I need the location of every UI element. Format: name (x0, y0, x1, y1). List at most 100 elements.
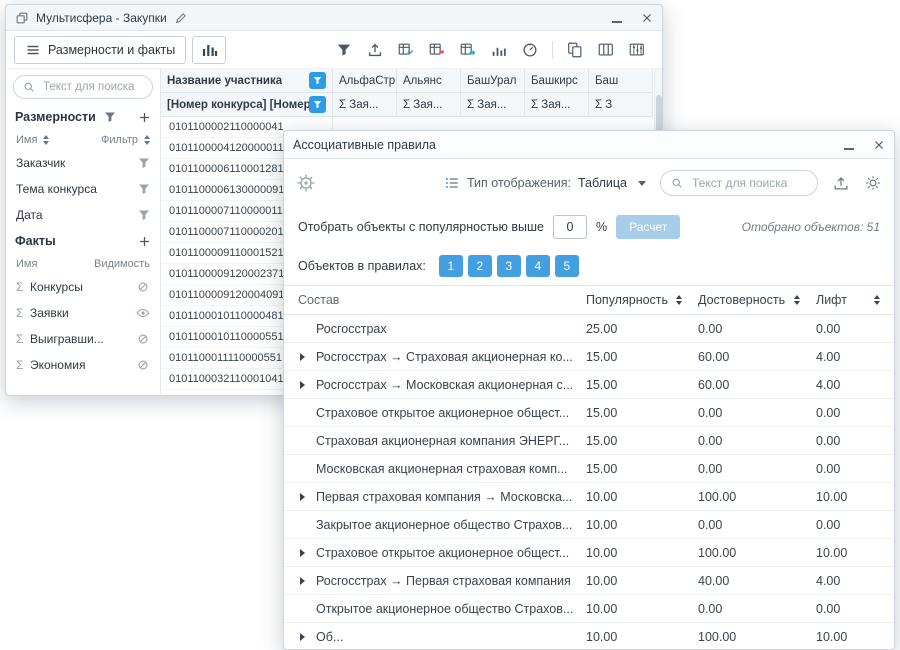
rules-count-button[interactable]: 4 (526, 255, 550, 277)
gear-icon[interactable] (864, 174, 882, 192)
grid-subcolumn-header[interactable]: Σ Зая... (397, 93, 461, 117)
rules-table-row[interactable]: Росгосстрах 25.00 0.00 0.00 (284, 315, 894, 343)
rules-table-row[interactable]: Росгосстрах → Первая страховая компания … (284, 567, 894, 595)
rules-table-row[interactable]: Первая страховая компания → Московска...… (284, 483, 894, 511)
rules-table-row[interactable]: Об... 10.00 100.00 10.00 (284, 623, 894, 649)
grid-subcolumn-header[interactable]: Σ Зая... (333, 93, 397, 117)
main-titlebar[interactable]: Мультисфера - Закупки (6, 5, 662, 31)
table-flag-icon[interactable] (428, 41, 446, 59)
sort-icon[interactable] (874, 295, 880, 305)
grid-subcolumn-header[interactable]: Σ Зая... (461, 93, 525, 117)
rules-table-row[interactable]: Страховая акционерная компания ЭНЕРГ... … (284, 427, 894, 455)
rules-count-button[interactable]: 1 (439, 255, 463, 277)
sidebar-search[interactable] (13, 75, 153, 99)
rules-table-row[interactable]: Росгосстрах → Московская акционерная с..… (284, 371, 894, 399)
rule-name: Росгосстрах → Первая страховая компания (316, 574, 571, 588)
rules-count-button[interactable]: 5 (555, 255, 579, 277)
grid-column-header[interactable]: АльфаСтр (333, 69, 397, 93)
column-header-confidence[interactable]: Достоверность (698, 293, 816, 307)
fact-item[interactable]: Σ Конкурсы (6, 274, 160, 300)
fact-item[interactable]: Σ Экономия (6, 352, 160, 378)
rules-wheel-icon[interactable] (296, 173, 316, 193)
visibility-off-icon[interactable] (136, 332, 150, 346)
dimension-item[interactable]: Дата (6, 202, 160, 228)
export-icon[interactable] (366, 41, 384, 59)
rule-lift: 0.00 (816, 322, 880, 336)
columns-icon[interactable] (597, 41, 615, 59)
calculate-button[interactable]: Расчет (616, 215, 680, 239)
rules-table-row[interactable]: Страховое открытое акционерное общест...… (284, 539, 894, 567)
add-dimension-button[interactable] (138, 111, 151, 124)
minimize-button[interactable] (602, 5, 632, 30)
facts-col-name: Имя (16, 258, 37, 270)
fact-item[interactable]: Σ Выигравши... (6, 326, 160, 352)
rules-table-row[interactable]: Закрытое акционерное общество Страхов...… (284, 511, 894, 539)
grid-column-header[interactable]: Альянс (397, 69, 461, 93)
abacus-icon[interactable] (628, 41, 646, 59)
dimension-filter-icon[interactable] (138, 183, 150, 195)
popularity-input[interactable] (553, 215, 587, 239)
add-fact-button[interactable] (138, 235, 151, 248)
filter-icon[interactable] (335, 41, 353, 59)
expand-icon[interactable] (300, 381, 313, 389)
dialog-titlebar[interactable]: Ассоциативные правила (284, 131, 894, 159)
participant-filter-button[interactable] (309, 72, 326, 89)
dialog-minimize-button[interactable] (834, 131, 864, 158)
column-header-lift[interactable]: Лифт (816, 293, 880, 307)
grid-column-header[interactable]: Баш (589, 69, 653, 93)
fact-label: Экономия (30, 358, 85, 372)
dimensions-sort-filter[interactable]: Фильтр (101, 134, 150, 146)
visibility-off-icon[interactable] (136, 280, 150, 294)
sidebar-search-input[interactable] (41, 80, 143, 94)
grid-column-header[interactable]: БашУрал (461, 69, 525, 93)
dimension-item[interactable]: Тема конкурса (6, 176, 160, 202)
dimension-label: Тема конкурса (16, 182, 97, 196)
toolbar-divider (552, 41, 553, 59)
dimension-filter-icon[interactable] (138, 209, 150, 221)
grid-subcolumn-label: Σ Зая... (467, 99, 506, 111)
dimensions-facts-button[interactable]: Размерности и факты (14, 36, 186, 64)
gauge-icon[interactable] (521, 41, 539, 59)
expand-icon[interactable] (300, 577, 313, 585)
rules-count-button[interactable]: 2 (468, 255, 492, 277)
dialog-close-button[interactable] (864, 131, 894, 158)
table-arrows-icon[interactable] (459, 41, 477, 59)
rule-popularity: 15.00 (586, 434, 698, 448)
copy-icon[interactable] (566, 41, 584, 59)
grid-subcolumn-header[interactable]: Σ Зая... (525, 93, 589, 117)
rules-table-row[interactable]: Страховое открытое акционерное общест...… (284, 399, 894, 427)
rules-table-row[interactable]: Московская акционерная страховая комп...… (284, 455, 894, 483)
close-button[interactable] (632, 5, 662, 30)
expand-icon[interactable] (300, 549, 313, 557)
dimensions-filter-icon[interactable] (104, 111, 116, 123)
rules-table-row[interactable]: Росгосстрах → Страховая акционерная ко..… (284, 343, 894, 371)
visibility-on-icon[interactable] (136, 306, 150, 320)
dialog-search[interactable] (660, 170, 818, 196)
grid-column-header[interactable]: Башкирс (525, 69, 589, 93)
visibility-off-icon[interactable] (136, 358, 150, 372)
display-type-select[interactable]: Тип отображения: Таблица (444, 175, 646, 191)
rules-table-row[interactable]: Открытое акционерное общество Страхов...… (284, 595, 894, 623)
sort-icon[interactable] (794, 295, 800, 305)
table-check-icon[interactable] (397, 41, 415, 59)
upload-icon[interactable] (832, 174, 850, 192)
dimension-filter-icon[interactable] (138, 157, 150, 169)
expand-icon[interactable] (300, 493, 313, 501)
column-header-popularity[interactable]: Популярность (586, 293, 698, 307)
edit-title-icon[interactable] (174, 11, 188, 25)
grid-subcolumn-header[interactable]: Σ З (589, 93, 653, 117)
column-header-sostav[interactable]: Состав (298, 293, 586, 307)
dimensions-list: Заказчик Тема конкурса Дата (6, 150, 160, 228)
dialog-search-input[interactable] (690, 175, 807, 191)
dimensions-sort-name[interactable]: Имя (16, 134, 49, 146)
bar-chart-icon[interactable] (490, 41, 508, 59)
expand-icon[interactable] (300, 353, 313, 361)
chart-panel-button[interactable] (192, 36, 226, 64)
rules-count-button[interactable]: 3 (497, 255, 521, 277)
number-filter-button[interactable] (309, 96, 326, 113)
sort-icon[interactable] (676, 295, 682, 305)
facts-title: Факты (15, 234, 56, 248)
expand-icon[interactable] (300, 633, 313, 641)
dimension-item[interactable]: Заказчик (6, 150, 160, 176)
fact-item[interactable]: Σ Заявки (6, 300, 160, 326)
